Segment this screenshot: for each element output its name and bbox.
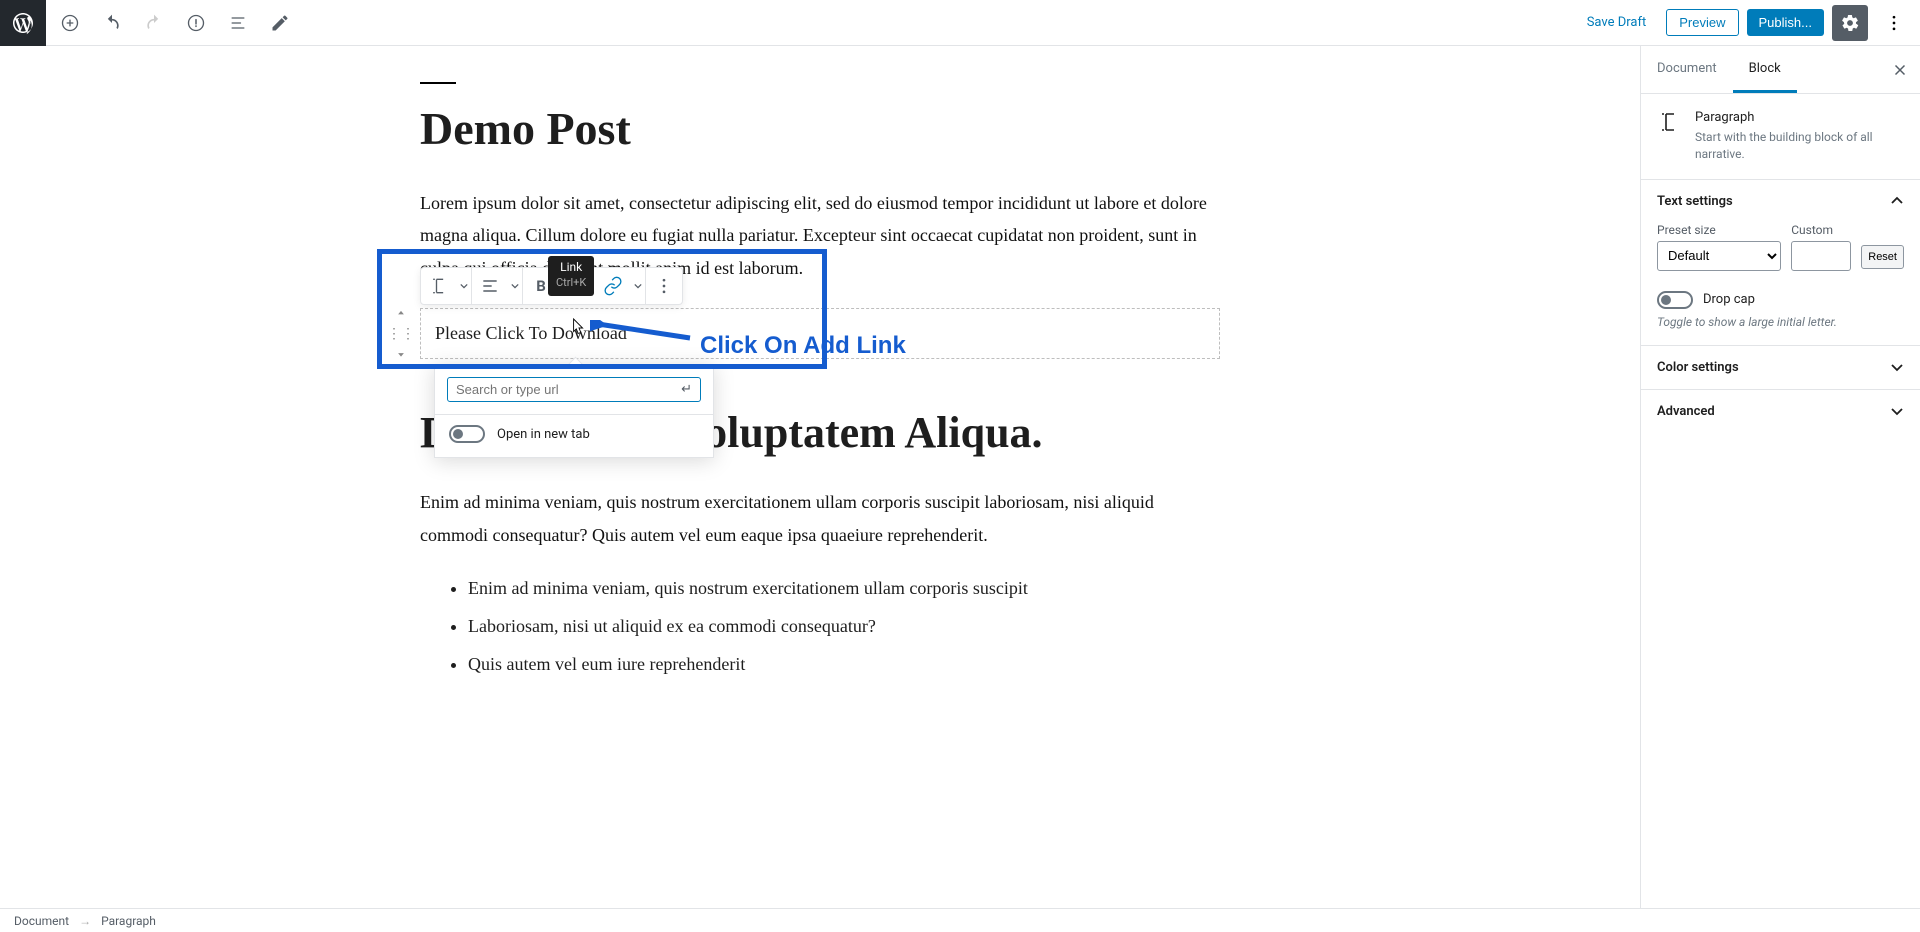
block-name: Paragraph (1695, 110, 1904, 125)
preset-size-select[interactable]: Default (1657, 241, 1781, 271)
reset-size-button[interactable]: Reset (1861, 245, 1904, 269)
link-button[interactable] (595, 268, 631, 304)
add-block-button[interactable] (52, 5, 88, 41)
list-item[interactable]: Enim ad minima veniam, quis nostrum exer… (468, 571, 1220, 605)
drop-cap-hint: Toggle to show a large initial letter. (1657, 315, 1904, 329)
custom-size-label: Custom (1791, 223, 1851, 237)
color-settings-label: Color settings (1657, 360, 1739, 375)
preview-button[interactable]: Preview (1666, 9, 1738, 36)
tooltip-shortcut: Ctrl+K (556, 276, 586, 290)
url-input[interactable] (456, 382, 681, 397)
selected-paragraph-block[interactable]: Please Click To Download (420, 308, 1220, 359)
publish-button[interactable]: Publish... (1747, 9, 1824, 36)
block-navigation-button[interactable] (220, 5, 256, 41)
breadcrumb-document[interactable]: Document (14, 914, 69, 928)
redo-button[interactable] (136, 5, 172, 41)
post-title[interactable]: Demo Post (420, 102, 1220, 155)
chevron-up-icon (1890, 194, 1904, 208)
block-info: Paragraph Start with the building block … (1641, 94, 1920, 179)
link-tooltip: Link Ctrl+K (548, 256, 594, 296)
list-block[interactable]: Enim ad minima veniam, quis nostrum exer… (420, 571, 1220, 682)
preset-size-label: Preset size (1657, 223, 1781, 237)
list-item[interactable]: Quis autem vel eum iure reprehenderit (468, 647, 1220, 681)
chevron-down-icon (1890, 404, 1904, 418)
settings-sidebar: Document Block Paragraph Start with the … (1640, 46, 1920, 908)
paragraph-block[interactable]: Enim ad minima veniam, quis nostrum exer… (420, 486, 1220, 551)
advanced-panel-toggle[interactable]: Advanced (1641, 390, 1920, 433)
list-item[interactable]: Laboriosam, nisi ut aliquid ex ea commod… (468, 609, 1220, 643)
drop-cap-toggle[interactable] (1657, 291, 1693, 309)
undo-button[interactable] (94, 5, 130, 41)
editor-canvas[interactable]: Demo Post Lorem ipsum dolor sit amet, co… (0, 46, 1640, 908)
change-block-type-button[interactable] (421, 268, 457, 304)
align-button[interactable] (472, 268, 508, 304)
edit-button[interactable] (262, 5, 298, 41)
custom-size-input[interactable] (1791, 241, 1851, 271)
chevron-down-icon (1890, 360, 1904, 374)
block-description: Start with the building block of all nar… (1695, 129, 1904, 163)
drag-handle-icon[interactable]: ⋮⋮ (387, 326, 415, 342)
paragraph-icon (1657, 110, 1681, 134)
text-settings-panel-toggle[interactable]: Text settings (1641, 180, 1920, 223)
submit-link-button[interactable]: ↵ (681, 382, 692, 397)
wordpress-logo[interactable] (0, 0, 46, 46)
tab-block[interactable]: Block (1733, 46, 1797, 93)
settings-button[interactable] (1832, 5, 1868, 41)
drop-cap-label: Drop cap (1703, 292, 1755, 307)
selected-block-wrapper: Link Ctrl+K (420, 308, 1220, 359)
change-block-type-dropdown[interactable] (457, 268, 471, 304)
move-up-icon[interactable] (392, 308, 410, 320)
more-rich-text-button[interactable] (646, 268, 682, 304)
advanced-label: Advanced (1657, 404, 1715, 419)
tooltip-title: Link (556, 260, 586, 276)
align-dropdown[interactable] (508, 268, 522, 304)
top-toolbar: Save Draft Preview Publish... (0, 0, 1920, 46)
breadcrumb-separator: → (79, 914, 91, 928)
text-settings-label: Text settings (1657, 194, 1733, 209)
tab-document[interactable]: Document (1641, 46, 1733, 93)
close-sidebar-button[interactable] (1880, 50, 1920, 90)
more-options-button[interactable] (1876, 5, 1912, 41)
title-divider (420, 82, 456, 84)
open-in-new-tab-label: Open in new tab (497, 427, 590, 442)
breadcrumb-paragraph[interactable]: Paragraph (101, 914, 156, 928)
move-down-icon[interactable] (392, 348, 410, 360)
content-structure-button[interactable] (178, 5, 214, 41)
color-settings-panel-toggle[interactable]: Color settings (1641, 346, 1920, 389)
block-mover[interactable]: ⋮⋮ (386, 308, 416, 359)
link-dropdown[interactable] (631, 268, 645, 304)
open-in-new-tab-toggle[interactable] (449, 425, 485, 443)
breadcrumb: Document → Paragraph (0, 908, 1920, 932)
link-popover: ↵ Open in new tab (434, 364, 714, 458)
save-draft-button[interactable]: Save Draft (1575, 9, 1659, 36)
